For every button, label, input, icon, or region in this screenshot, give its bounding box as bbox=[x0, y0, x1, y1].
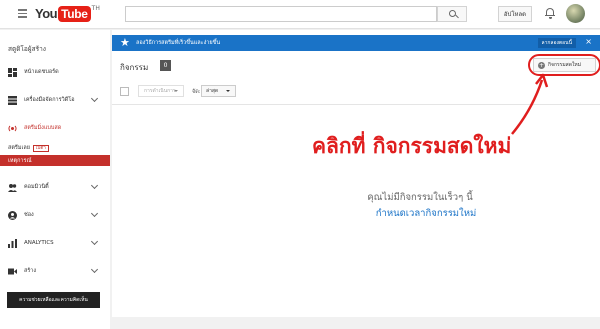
sidebar-item-label: สร้าง bbox=[24, 268, 37, 274]
logo-you: You bbox=[35, 6, 58, 21]
sidebar-item-create[interactable]: สร้าง bbox=[8, 265, 103, 277]
sidebar-item-label: เครื่องมือจัดการวิดีโอ bbox=[24, 97, 75, 103]
beta-badge: เบต้า bbox=[32, 145, 49, 152]
empty-message: คุณไม่มีกิจกรรมในเร็วๆ นี้ bbox=[367, 192, 473, 203]
sidebar-item-live-streaming[interactable]: สตรีมมิ่งแบบสด bbox=[8, 122, 103, 134]
sidebar-item-channel[interactable]: ช่อง bbox=[8, 209, 103, 221]
sidebar-item-dashboard[interactable]: หน้าแดชบอร์ด bbox=[8, 66, 103, 78]
events-label: เหตุการณ์ bbox=[8, 158, 32, 164]
video-manager-icon bbox=[8, 95, 17, 105]
dashboard-icon bbox=[8, 67, 17, 77]
schedule-event-link[interactable]: กำหนดเวลากิจกรรมใหม่ bbox=[112, 206, 600, 221]
chevron-down-icon bbox=[90, 94, 99, 103]
upload-button[interactable]: อัปโหลด bbox=[498, 6, 532, 22]
stream-now-label: สตรีมเลย bbox=[8, 145, 30, 151]
bottom-strip bbox=[112, 317, 600, 329]
search-input[interactable] bbox=[125, 6, 437, 22]
chevron-down-icon bbox=[90, 209, 99, 218]
logo-country: TH bbox=[91, 5, 100, 12]
sidebar-item-community[interactable]: คอมมิวนิตี้ bbox=[8, 181, 103, 193]
studio-title: สตูดิโอผู้สร้าง bbox=[8, 45, 46, 53]
live-icon bbox=[8, 125, 17, 131]
search-button[interactable] bbox=[437, 6, 467, 22]
community-icon bbox=[8, 183, 17, 192]
main-content: ★ ลองวิธีการสตรีมที่เร็วขึ้นและง่ายขึ้น … bbox=[112, 30, 600, 317]
chevron-down-icon bbox=[90, 181, 99, 190]
sidebar-item-label: คอมมิวนิตี้ bbox=[24, 184, 49, 190]
create-icon bbox=[8, 268, 17, 274]
avatar[interactable] bbox=[566, 4, 585, 23]
sidebar-subitem-events[interactable]: เหตุการณ์ bbox=[0, 155, 110, 166]
menu-icon[interactable] bbox=[18, 9, 27, 18]
top-bar: You Tube TH อัปโหลด bbox=[0, 0, 600, 29]
sidebar: สตูดิโอผู้สร้าง หน้าแดชบอร์ด เครื่องมือจ… bbox=[0, 30, 110, 329]
youtube-logo[interactable]: You Tube TH bbox=[35, 5, 100, 22]
chevron-down-icon bbox=[90, 237, 99, 246]
help-feedback-button[interactable]: ความช่วยเหลือและความคิดเห็น bbox=[7, 292, 100, 308]
annotation-arrow bbox=[511, 73, 549, 135]
sidebar-item-video-manager[interactable]: เครื่องมือจัดการวิดีโอ bbox=[8, 94, 103, 106]
analytics-icon bbox=[8, 238, 17, 248]
logo-tube: Tube bbox=[58, 5, 91, 22]
sidebar-item-label: ANALYTICS bbox=[24, 240, 54, 246]
sidebar-subitem-stream-now[interactable]: สตรีมเลย เบต้า bbox=[8, 144, 49, 152]
sidebar-item-label: หน้าแดชบอร์ด bbox=[24, 69, 59, 75]
sidebar-item-label: ช่อง bbox=[24, 212, 34, 218]
bell-icon[interactable] bbox=[545, 7, 555, 19]
sidebar-item-label: สตรีมมิ่งแบบสด bbox=[24, 125, 62, 131]
chevron-down-icon bbox=[90, 265, 99, 274]
channel-icon bbox=[8, 210, 17, 220]
sidebar-item-analytics[interactable]: ANALYTICS bbox=[8, 237, 103, 249]
